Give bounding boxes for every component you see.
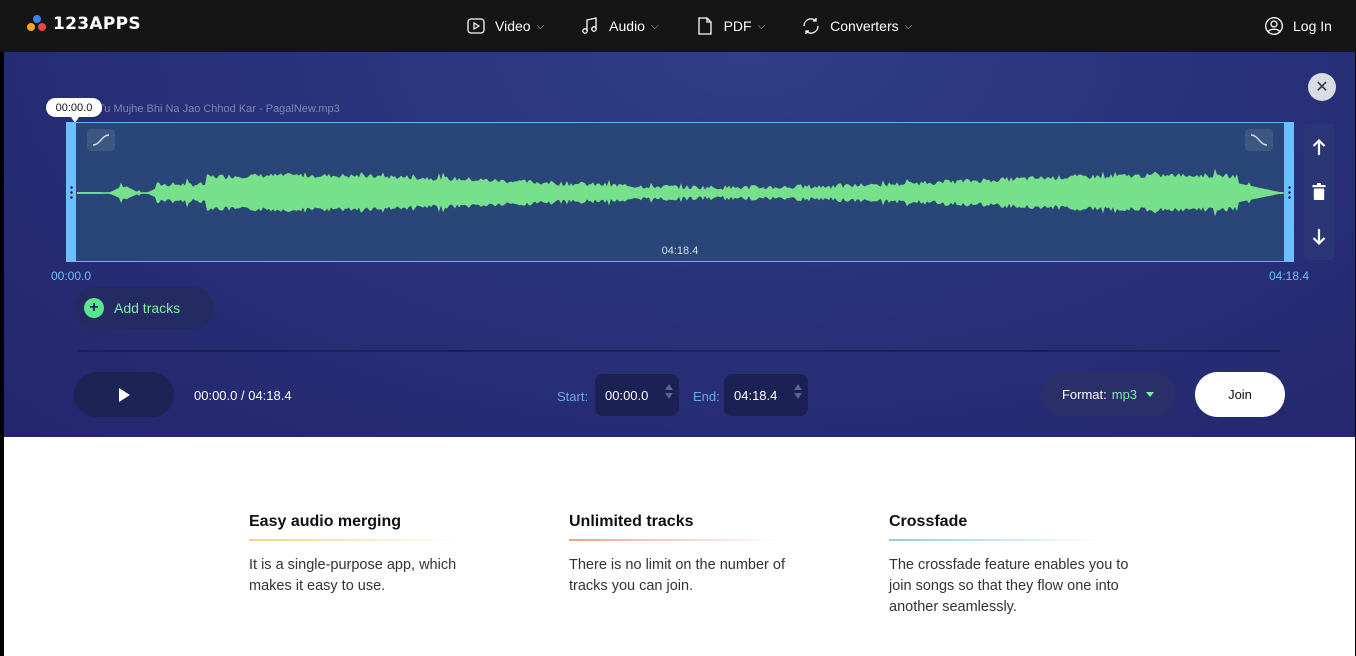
fade-out-button[interactable] [1245, 129, 1273, 151]
audio-track[interactable]: 04:18.4 [66, 122, 1294, 262]
video-icon [467, 18, 485, 34]
decrement-start-button[interactable] [665, 393, 673, 399]
chevron-down-icon: ⌵ [757, 20, 766, 32]
feature-easy-merging: Easy audio merging It is a single-purpos… [249, 513, 489, 597]
feature-underline [889, 539, 1099, 541]
increment-end-button[interactable] [794, 384, 802, 390]
feature-underline [249, 539, 459, 541]
feature-title: Unlimited tracks [569, 513, 694, 530]
nav-item-audio[interactable]: Audio ⌵ [580, 16, 659, 36]
logo-icon [27, 14, 47, 34]
feature-text: There is no limit on the number of track… [569, 557, 785, 594]
document-icon [697, 17, 712, 35]
feature-crossfade: Crossfade The crossfade feature enables … [889, 513, 1129, 618]
waveform-shape [77, 168, 1283, 217]
nav-label-video: Video [495, 18, 531, 34]
track-file-name: Tu Mujhe Bhi Na Jao Chhod Kar - PagalNew… [98, 103, 340, 115]
trim-handle-right[interactable] [1284, 122, 1294, 262]
feature-unlimited-tracks: Unlimited tracks There is no limit on th… [569, 513, 809, 597]
main-nav: Video ⌵ Audio ⌵ PDF ⌵ Converters ⌵ [466, 0, 948, 52]
grip-icon [1287, 185, 1291, 199]
arrow-up-icon [1312, 138, 1326, 155]
feature-underline [569, 539, 779, 541]
chevron-down-icon: ⌵ [650, 20, 659, 32]
music-note-icon [582, 17, 598, 34]
logo-text: 123APPS [53, 14, 141, 34]
feature-text: It is a single-purpose app, which makes … [249, 557, 457, 594]
ruler-end-time: 04:18.4 [1269, 269, 1310, 283]
close-icon: ✕ [1315, 79, 1329, 96]
nav-item-converters[interactable]: Converters ⌵ [801, 16, 912, 36]
fade-out-icon [1250, 134, 1268, 146]
caret-down-icon [1146, 392, 1155, 397]
plus-icon: + [84, 298, 104, 318]
add-tracks-label: Add tracks [114, 300, 181, 316]
start-label: Start: [557, 389, 589, 404]
end-time-stepper [724, 374, 808, 416]
playback-time: 00:00.0 / 04:18.4 [194, 388, 292, 403]
top-navigation-bar: 123APPS Video ⌵ Audio ⌵ PDF ⌵ Converters… [0, 0, 1356, 52]
increment-start-button[interactable] [665, 384, 673, 390]
trash-icon [1312, 182, 1326, 200]
delete-track-button[interactable] [1304, 169, 1334, 214]
close-button[interactable]: ✕ [1308, 73, 1336, 101]
waveform [77, 168, 1284, 217]
user-icon [1265, 17, 1283, 35]
play-button[interactable] [74, 372, 174, 417]
fade-in-icon [92, 134, 110, 146]
end-label: End: [693, 389, 720, 404]
start-time-stepper [595, 374, 679, 416]
chevron-down-icon: ⌵ [536, 20, 545, 32]
add-tracks-button[interactable]: + Add tracks [74, 287, 214, 329]
feature-text: The crossfade feature enables you to joi… [889, 557, 1129, 615]
grip-icon [69, 185, 73, 199]
format-label: Format: [1061, 387, 1107, 402]
start-time-input[interactable] [605, 387, 657, 403]
nav-item-pdf[interactable]: PDF ⌵ [695, 16, 766, 36]
feature-title: Crossfade [889, 513, 968, 530]
nav-label-converters: Converters [830, 18, 899, 34]
nav-label-pdf: PDF [723, 18, 752, 34]
end-time-input[interactable] [734, 387, 786, 403]
chevron-down-icon: ⌵ [904, 20, 913, 32]
join-button[interactable]: Join [1195, 372, 1285, 417]
convert-icon [803, 18, 819, 34]
nav-item-video[interactable]: Video ⌵ [466, 16, 544, 36]
decrement-end-button[interactable] [794, 393, 802, 399]
logo[interactable]: 123APPS [27, 14, 141, 34]
feature-title: Easy audio merging [249, 513, 402, 530]
arrow-down-icon [1312, 228, 1326, 245]
nav-label-audio: Audio [609, 18, 645, 34]
format-select[interactable]: Format: mp3 [1041, 372, 1175, 417]
login-button[interactable]: Log In [1264, 16, 1332, 36]
format-value: mp3 [1111, 387, 1138, 402]
track-tools [1304, 124, 1334, 260]
move-up-button[interactable] [1304, 124, 1334, 169]
features-section: Easy audio merging It is a single-purpos… [4, 437, 1355, 656]
ruler-start-time: 00:00.0 [51, 269, 92, 283]
play-icon [119, 387, 130, 402]
track-duration: 04:18.4 [661, 245, 699, 257]
move-down-button[interactable] [1304, 214, 1334, 259]
playhead-time-bubble[interactable]: 00:00.0 [46, 98, 102, 123]
login-label: Log In [1293, 18, 1332, 34]
audio-editor: ✕ Tu Mujhe Bhi Na Jao Chhod Kar - PagalN… [4, 52, 1355, 437]
fade-in-button[interactable] [87, 129, 115, 151]
trim-handle-left[interactable] [66, 122, 76, 262]
divider [78, 350, 1280, 352]
